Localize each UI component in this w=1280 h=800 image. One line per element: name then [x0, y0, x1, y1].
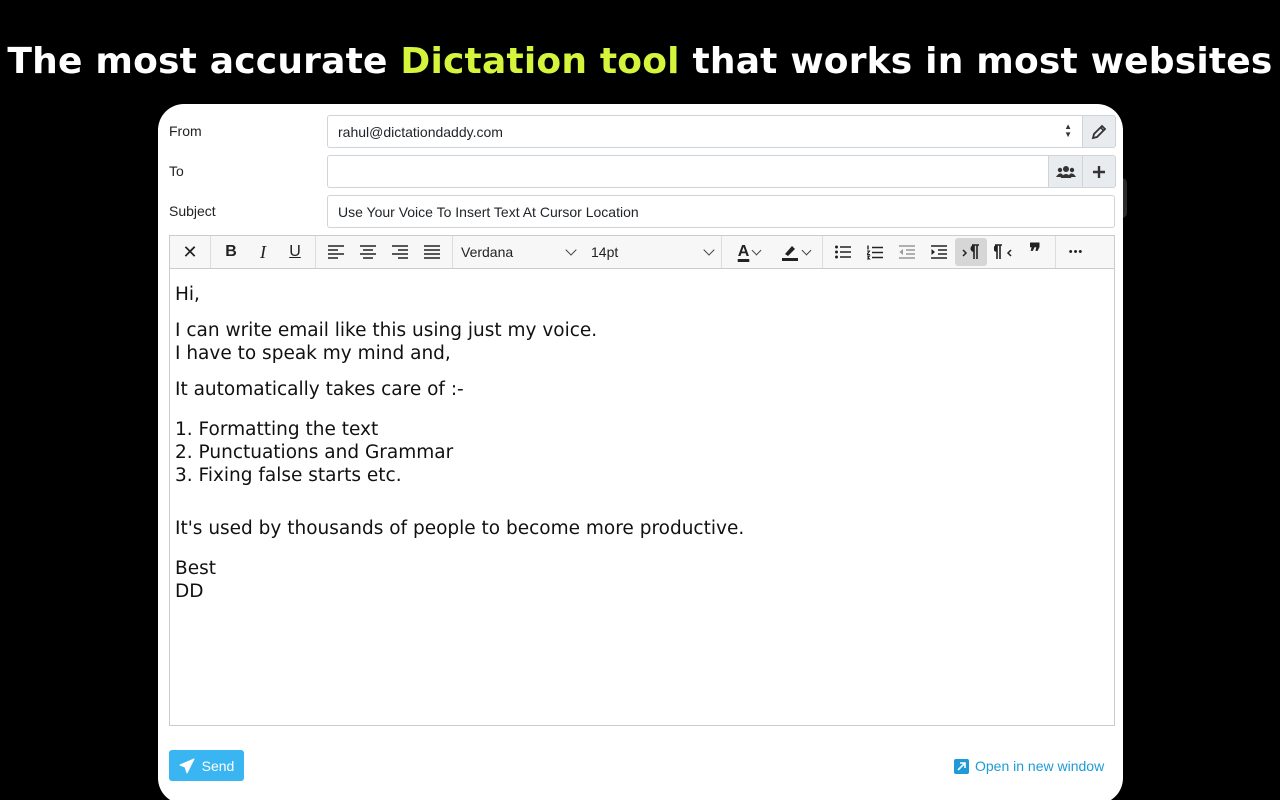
ltr-button[interactable] [955, 238, 987, 266]
email-composer-card: From rahul@dictationdaddy.com ▲ ▼ To Subj… [158, 104, 1123, 800]
italic-button[interactable]: I [247, 238, 279, 266]
more-icon: ••• [1068, 246, 1084, 258]
greeting-line: Hi, [175, 284, 200, 305]
font-size-value: 14pt [591, 244, 619, 260]
numbered-list-icon [867, 245, 883, 260]
justify-icon [424, 245, 440, 259]
headline-highlight: Dictation tool [400, 41, 680, 82]
list-item: 3. Fixing false starts etc. [175, 465, 402, 486]
from-label: From [169, 123, 202, 139]
align-left-icon [328, 245, 344, 259]
add-recipient-button[interactable] [1082, 155, 1116, 188]
open-in-new-window-link[interactable]: Open in new window [954, 756, 1104, 776]
to-label: To [169, 163, 184, 179]
outdent-button[interactable] [891, 238, 923, 266]
more-button[interactable]: ••• [1060, 238, 1092, 266]
clear-format-icon: ✕ [182, 241, 198, 262]
subject-label: Subject [169, 203, 216, 219]
paper-plane-icon [179, 758, 195, 773]
bold-button[interactable]: B [215, 238, 247, 266]
highlight-icon [781, 246, 798, 261]
subject-row: Subject Use Your Voice To Insert Text At… [169, 195, 1115, 228]
rich-text-editor: ✕ B I U Verdana 14pt A ❞ ••• Hi, I can w… [169, 235, 1115, 726]
outdent-icon [899, 245, 915, 259]
font-family-value: Verdana [461, 244, 514, 260]
headline-text-after: that works in most websites [679, 41, 1273, 82]
font-size-select[interactable]: 14pt [583, 238, 721, 266]
rtl-button[interactable] [987, 238, 1019, 266]
signature-line: DD [175, 581, 204, 602]
underline-icon: U [289, 243, 301, 260]
blockquote-icon: ❞ [1029, 239, 1041, 264]
ltr-icon [962, 244, 979, 259]
justify-button[interactable] [416, 238, 448, 266]
underline-button[interactable]: U [279, 238, 311, 266]
editor-content[interactable]: Hi, I can write email like this using ju… [170, 269, 1114, 617]
numbered-list-button[interactable] [859, 238, 891, 266]
to-input[interactable] [327, 155, 1049, 188]
list-item: 1. Formatting the text [175, 419, 379, 440]
chevron-down-icon [751, 245, 762, 255]
select-arrows-icon: ▲ ▼ [1064, 122, 1072, 139]
highlight-color-button[interactable] [772, 238, 818, 266]
to-row: To [169, 155, 1116, 188]
pencil-icon [1091, 124, 1107, 139]
indent-icon [931, 245, 947, 259]
external-link-icon [954, 758, 969, 774]
rtl-icon [994, 244, 1012, 259]
body-line: I have to speak my mind and, [175, 343, 451, 364]
send-label: Send [201, 757, 235, 774]
bold-icon: B [225, 243, 237, 260]
italic-icon: I [260, 241, 266, 262]
from-select[interactable]: rahul@dictationdaddy.com ▲ ▼ [327, 115, 1083, 148]
subject-value: Use Your Voice To Insert Text At Cursor … [338, 204, 639, 220]
body-line: I can write email like this using just m… [175, 320, 598, 341]
bullet-list-button[interactable] [827, 238, 859, 266]
subject-input[interactable]: Use Your Voice To Insert Text At Cursor … [327, 195, 1115, 228]
open-window-label: Open in new window [975, 758, 1105, 774]
closing-line: Best [175, 558, 216, 579]
chevron-down-icon [703, 244, 715, 256]
text-color-button[interactable]: A [726, 238, 772, 266]
headline-text-before: The most accurate [7, 41, 401, 82]
align-right-button[interactable] [384, 238, 416, 266]
editor-toolbar: ✕ B I U Verdana 14pt A ❞ ••• [170, 236, 1114, 269]
plus-icon [1093, 165, 1105, 178]
align-center-button[interactable] [352, 238, 384, 266]
indent-button[interactable] [923, 238, 955, 266]
users-icon [1055, 165, 1076, 178]
align-center-icon [360, 245, 376, 259]
chevron-down-icon [801, 245, 811, 255]
body-line: It's used by thousands of people to beco… [175, 518, 745, 539]
body-line: It automatically takes care of :- [175, 379, 464, 400]
from-row: From rahul@dictationdaddy.com ▲ ▼ [169, 115, 1116, 148]
list-item: 2. Punctuations and Grammar [175, 442, 454, 463]
page-headline: The most accurate Dictation tool that wo… [0, 40, 1280, 84]
bullet-list-icon [835, 245, 851, 259]
send-button[interactable]: Send [169, 750, 244, 781]
contacts-button[interactable] [1048, 155, 1082, 188]
chevron-down-icon [565, 244, 577, 256]
edit-sender-button[interactable] [1082, 115, 1116, 148]
text-color-icon: A [737, 243, 750, 260]
from-value: rahul@dictationdaddy.com [338, 124, 503, 140]
blockquote-button[interactable]: ❞ [1019, 238, 1051, 266]
font-family-select[interactable]: Verdana [453, 238, 583, 266]
align-right-icon [392, 245, 408, 259]
clear-format-button[interactable]: ✕ [174, 238, 206, 266]
align-left-button[interactable] [320, 238, 352, 266]
